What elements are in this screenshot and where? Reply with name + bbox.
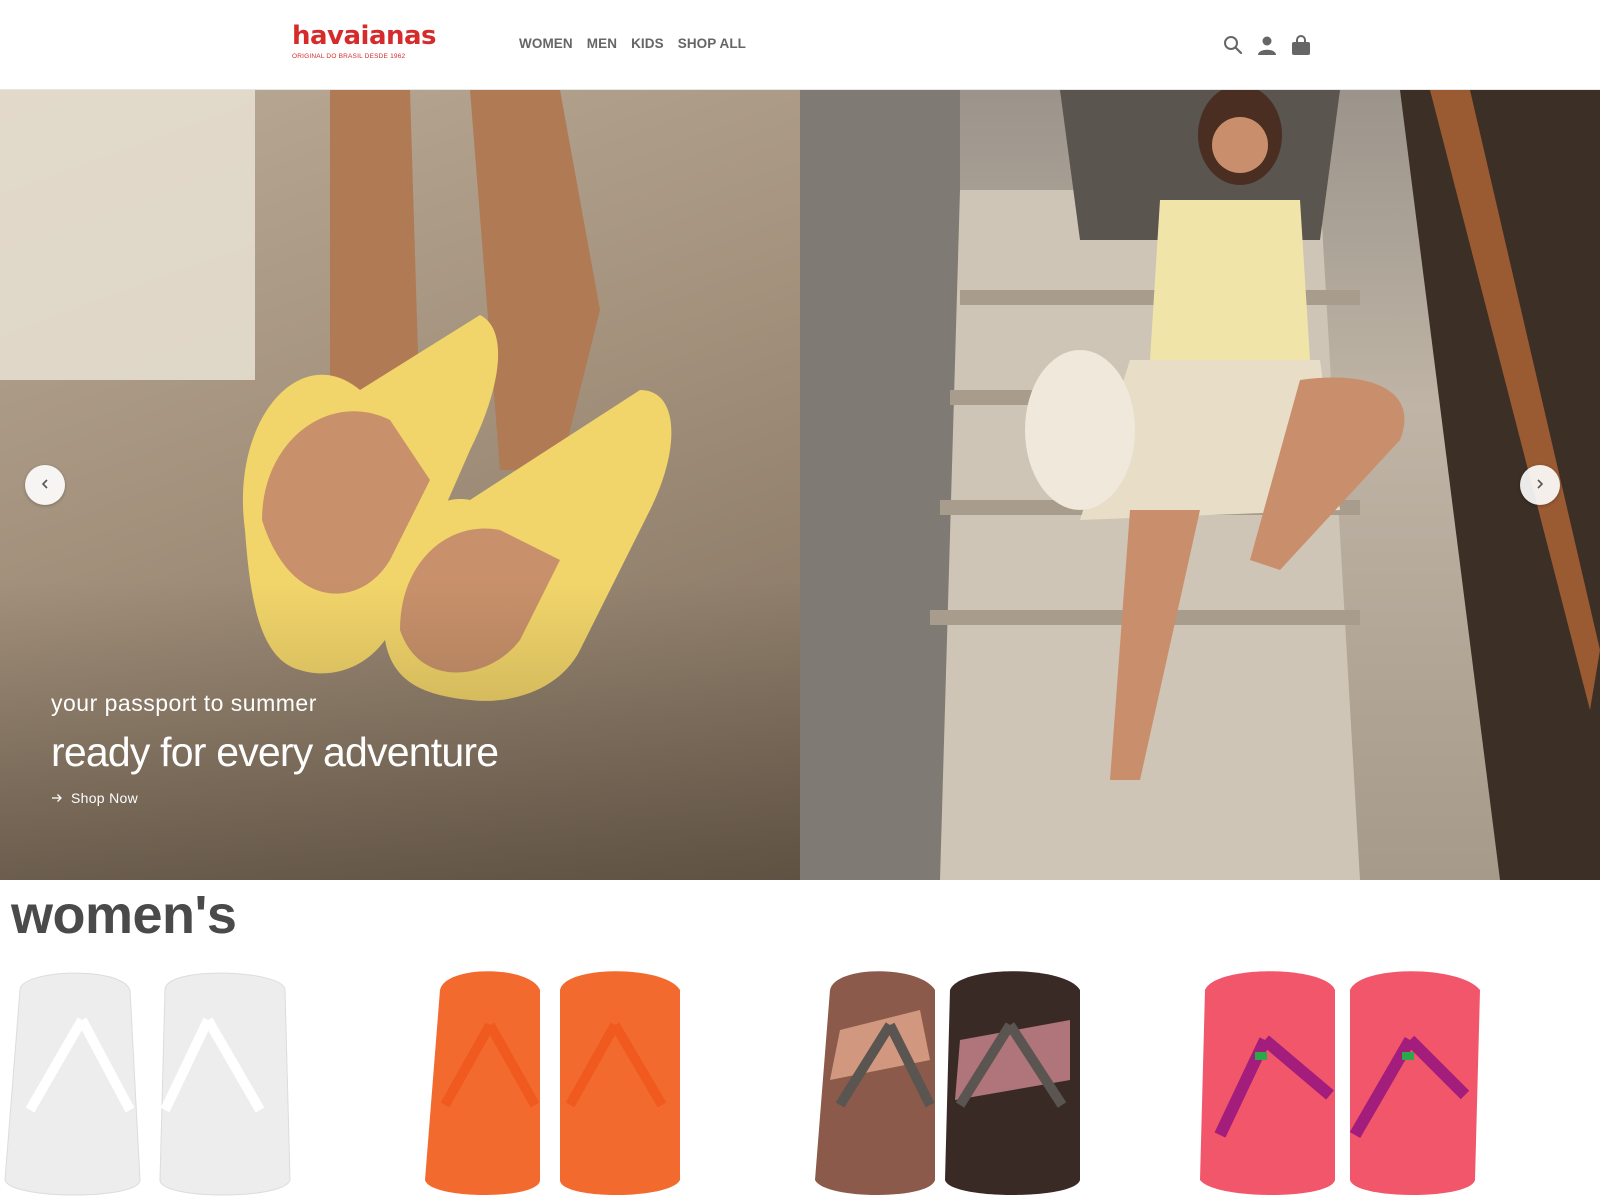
hero-kicker: your passport to summer <box>51 690 317 716</box>
nav-shop-all[interactable]: SHOP ALL <box>678 36 746 51</box>
search-icon[interactable] <box>1222 34 1244 56</box>
header-icons <box>1222 34 1312 56</box>
nav-men[interactable]: MEN <box>587 36 617 51</box>
chevron-right-icon <box>1534 477 1546 493</box>
product-row <box>0 970 1600 1200</box>
product-card-coral[interactable] <box>1195 970 1495 1200</box>
carousel-prev-button[interactable] <box>25 465 65 505</box>
logo-tagline: ORIGINAL DO BRASIL DESDE 1962 <box>292 53 406 60</box>
chevron-left-icon <box>39 477 51 493</box>
hero-headline: ready for every adventure <box>51 729 499 775</box>
site-header: havaianas ORIGINAL DO BRASIL DESDE 1962 … <box>0 0 1600 90</box>
havaianas-logo[interactable]: havaianas ORIGINAL DO BRASIL DESDE 1962 <box>292 21 437 66</box>
section-title-womens: women's <box>11 885 237 945</box>
nav-women[interactable]: WOMEN <box>519 36 573 51</box>
logo-wordmark: havaianas <box>292 21 437 51</box>
main-nav: WOMEN MEN KIDS SHOP ALL <box>519 36 746 51</box>
account-icon[interactable] <box>1256 34 1278 56</box>
nav-kids[interactable]: KIDS <box>631 36 664 51</box>
hero-image-stairs <box>800 90 1600 880</box>
product-card-orange[interactable] <box>400 970 700 1200</box>
product-card-camo[interactable] <box>800 970 1100 1200</box>
bag-icon[interactable] <box>1290 34 1312 56</box>
hero-carousel: your passport to summer ready for every … <box>0 90 1600 880</box>
carousel-next-button[interactable] <box>1520 465 1560 505</box>
product-card-white[interactable] <box>0 970 300 1200</box>
shop-now-label: Shop Now <box>71 790 138 806</box>
hero-copy: your passport to summer ready for every … <box>51 690 499 806</box>
arrow-right-icon <box>51 790 63 806</box>
shop-now-link[interactable]: Shop Now <box>51 790 498 806</box>
